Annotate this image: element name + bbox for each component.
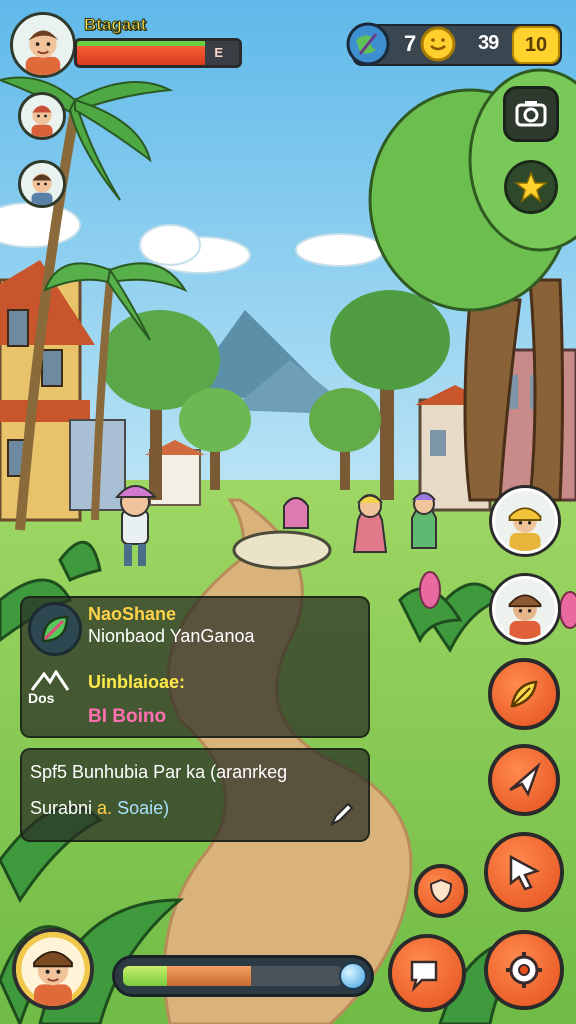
quest-side-label: Dos	[28, 690, 55, 706]
send-action-button[interactable]	[488, 744, 560, 816]
party-member-avatar[interactable]	[18, 160, 66, 208]
quest-objective-label: Uinblaioae:	[88, 672, 186, 692]
npc-avatar[interactable]	[492, 488, 558, 554]
settings-action-button[interactable]	[484, 930, 564, 1010]
feather-icon	[510, 680, 538, 708]
message-text: Soaie)	[112, 798, 170, 818]
message-panel[interactable]: Spf5 Bunhubia Par ka (aranrkeg Surabni a…	[20, 748, 370, 842]
chat-action-button[interactable]	[388, 934, 466, 1012]
camera-button[interactable]	[503, 86, 559, 142]
quest-reward: BI Boino	[88, 706, 167, 727]
paper-plane-icon	[509, 761, 541, 797]
npc-avatar[interactable]	[492, 576, 558, 642]
health-bar-top-strip	[77, 41, 205, 46]
quest-panel[interactable]: NaoShane Nionbaod YanGanoa Dos Uinblaioa…	[20, 596, 370, 738]
message-highlight: a.	[97, 798, 113, 818]
coin-icon	[420, 26, 456, 62]
quest-title: NaoShane	[88, 604, 177, 624]
health-bar: E	[74, 38, 242, 68]
player-profile-avatar[interactable]	[12, 928, 94, 1010]
feather-action-button[interactable]	[488, 658, 560, 730]
health-value: E	[214, 45, 223, 60]
experience-fill-primary	[123, 966, 167, 986]
player-name: Btagaat	[83, 15, 147, 35]
quest-icon	[28, 602, 82, 656]
resource-count: 39	[478, 32, 499, 54]
pencil-icon[interactable]	[328, 800, 356, 828]
experience-track	[123, 966, 343, 986]
globe-icon[interactable]	[346, 22, 390, 66]
shield-action-button[interactable]	[414, 864, 468, 918]
experience-fill-secondary	[167, 966, 251, 986]
select-action-button[interactable]	[484, 832, 564, 912]
gem-counter[interactable]: 10	[512, 26, 560, 64]
experience-orb-icon[interactable]	[339, 962, 367, 990]
player-avatar[interactable]	[10, 12, 76, 78]
leaf-icon	[41, 615, 69, 643]
favorites-button[interactable]	[504, 160, 558, 214]
quest-subtitle: Nionbaod YanGanoa	[88, 626, 255, 646]
experience-bar	[112, 955, 374, 997]
message-line: Spf5 Bunhubia Par ka (aranrkeg	[30, 762, 288, 782]
quest-badge-icon	[30, 670, 70, 691]
settings-gear-icon	[506, 952, 542, 988]
chat-bubble-icon	[410, 960, 438, 993]
star-icon	[514, 170, 548, 203]
camera-icon	[515, 101, 547, 127]
shield-icon	[429, 878, 453, 904]
message-line: Surabni a. Soaie)	[30, 798, 169, 819]
resource-count: 7	[404, 31, 417, 56]
message-text: Surabni	[30, 798, 98, 818]
party-member-avatar[interactable]	[18, 92, 66, 140]
cursor-icon	[509, 854, 541, 891]
